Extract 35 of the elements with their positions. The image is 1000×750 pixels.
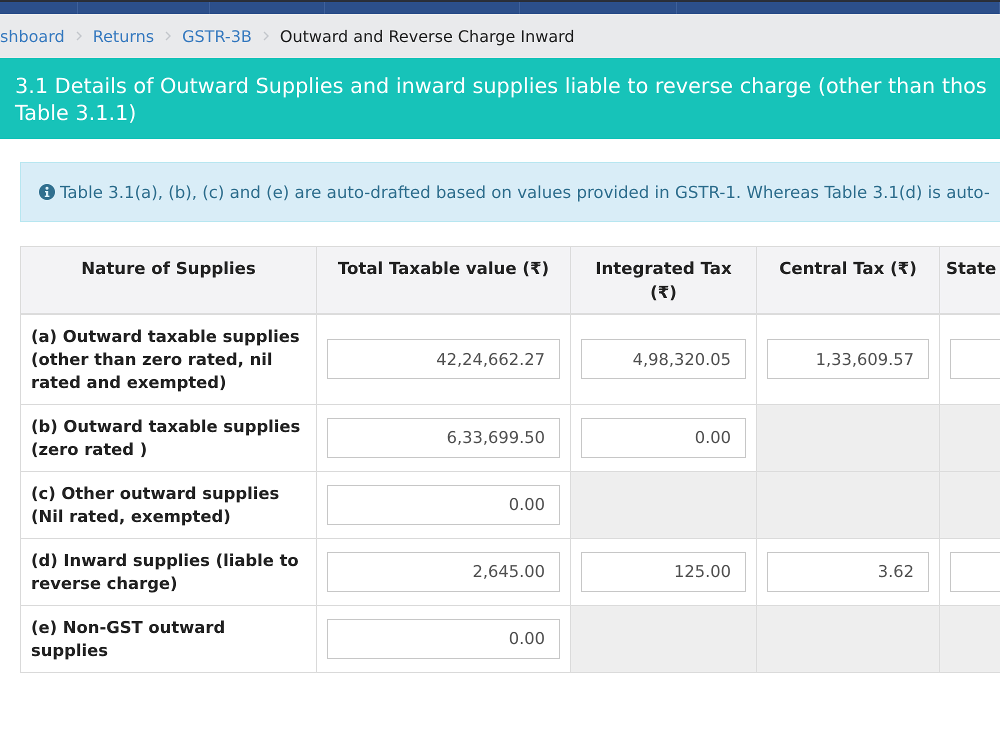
breadcrumb-link[interactable]: Returns: [92, 26, 154, 46]
info-icon: [39, 184, 55, 200]
chevron-right-icon: [262, 31, 269, 41]
supply-type-label: (c) Other outward supplies (Nil rated, exempted): [20, 471, 316, 538]
amount-field[interactable]: 4,98,320.05: [581, 339, 746, 379]
amount-field[interactable]: 2,645.00: [327, 552, 560, 592]
chevron-right-icon: [76, 31, 82, 41]
disabled-cell: [940, 471, 1000, 538]
amount-field[interactable]: 0.00: [581, 418, 746, 458]
breadcrumb-link[interactable]: shboard: [0, 26, 65, 46]
column-header: Integrated Tax (₹): [570, 246, 756, 314]
column-header: Total Taxable value (₹): [316, 246, 570, 314]
supply-type-label: (d) Inward supplies (liable to reverse charge): [20, 538, 316, 605]
amount-field[interactable]: [950, 552, 1000, 592]
column-header: State: [940, 246, 1000, 314]
supply-type-label: (e) Non-GST outward supplies: [20, 605, 316, 672]
amount-field[interactable]: 0.00: [327, 484, 560, 524]
amount-field[interactable]: 6,33,699.50: [327, 418, 560, 458]
amount-field[interactable]: 3.62: [767, 552, 929, 592]
amount-field[interactable]: 1,33,609.57: [767, 339, 929, 379]
disabled-cell: [940, 404, 1000, 471]
amount-field[interactable]: [950, 339, 1000, 379]
info-text: Table 3.1(a), (b), (c) and (e) are auto-drafted based on values provided in GSTR-1. Whereas Table 3.1(d) is auto-: [60, 182, 990, 202]
section-title: 3.1 Details of Outward Supplies and inward supplies liable to reverse charge (other than thos Table 3.1.1): [15, 73, 988, 127]
supply-type-label: (b) Outward taxable supplies (zero rated ): [20, 404, 316, 471]
breadcrumb-link[interactable]: GSTR-3B: [182, 26, 252, 46]
column-header: Nature of Supplies: [20, 246, 316, 314]
disabled-cell: [940, 605, 1000, 672]
column-header: Central Tax (₹): [756, 246, 940, 314]
supply-type-label: (a) Outward taxable supplies (other than zero rated, nil rated and exempted): [20, 314, 316, 404]
amount-field[interactable]: 42,24,662.27: [327, 339, 560, 379]
chevron-right-icon: [165, 31, 172, 41]
amount-field[interactable]: 125.00: [581, 552, 746, 592]
amount-field[interactable]: 0.00: [327, 618, 560, 658]
breadcrumb-current: Outward and Reverse Charge Inward: [280, 26, 575, 46]
